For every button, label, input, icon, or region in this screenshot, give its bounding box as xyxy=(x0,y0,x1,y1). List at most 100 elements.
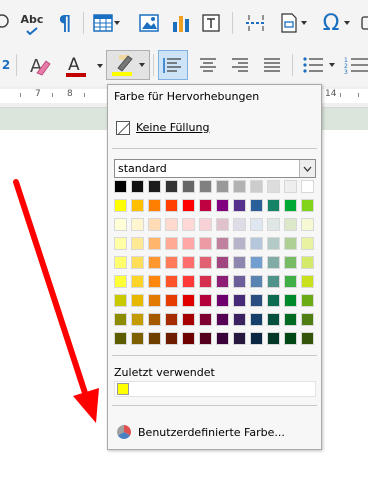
color-swatch[interactable] xyxy=(250,237,263,250)
find-icon[interactable] xyxy=(0,10,12,34)
color-swatch[interactable] xyxy=(267,313,280,326)
color-swatch[interactable] xyxy=(165,256,178,269)
color-swatch[interactable] xyxy=(131,180,144,193)
color-swatch[interactable] xyxy=(267,180,280,193)
insert-special-character-button[interactable]: Ω xyxy=(319,10,343,36)
highlight-color-button[interactable] xyxy=(106,50,150,80)
insert-field-button[interactable] xyxy=(278,12,300,34)
color-swatch[interactable] xyxy=(148,256,161,269)
color-swatch[interactable] xyxy=(131,275,144,288)
color-swatch[interactable] xyxy=(114,294,127,307)
color-swatch[interactable] xyxy=(284,256,297,269)
color-swatch[interactable] xyxy=(233,256,246,269)
color-swatch[interactable] xyxy=(114,275,127,288)
color-swatch[interactable] xyxy=(165,218,178,231)
color-swatch[interactable] xyxy=(114,313,127,326)
color-swatch[interactable] xyxy=(165,199,178,212)
color-swatch[interactable] xyxy=(233,199,246,212)
color-swatch[interactable] xyxy=(182,256,195,269)
color-swatch[interactable] xyxy=(148,294,161,307)
color-swatch[interactable] xyxy=(131,237,144,250)
palette-select[interactable]: standard xyxy=(114,159,316,178)
color-swatch[interactable] xyxy=(165,237,178,250)
color-swatch[interactable] xyxy=(250,199,263,212)
special-character-dropdown-arrow[interactable] xyxy=(344,12,350,34)
color-swatch[interactable] xyxy=(267,294,280,307)
color-swatch[interactable] xyxy=(250,294,263,307)
color-swatch[interactable] xyxy=(131,218,144,231)
color-swatch[interactable] xyxy=(114,218,127,231)
color-swatch[interactable] xyxy=(301,180,314,193)
color-swatch[interactable] xyxy=(199,199,212,212)
color-swatch[interactable] xyxy=(284,180,297,193)
color-swatch[interactable] xyxy=(250,180,263,193)
color-swatch[interactable] xyxy=(182,313,195,326)
color-swatch[interactable] xyxy=(148,313,161,326)
color-swatch[interactable] xyxy=(301,313,314,326)
color-swatch[interactable] xyxy=(284,313,297,326)
color-swatch[interactable] xyxy=(216,275,229,288)
color-swatch[interactable] xyxy=(131,332,144,345)
insert-image-button[interactable] xyxy=(138,12,160,34)
color-swatch[interactable] xyxy=(165,180,178,193)
align-left-button[interactable] xyxy=(158,50,188,80)
color-swatch[interactable] xyxy=(114,332,127,345)
color-swatch[interactable] xyxy=(182,294,195,307)
color-swatch[interactable] xyxy=(301,275,314,288)
insert-link-button[interactable] xyxy=(358,12,368,34)
spellcheck-button[interactable]: Abc xyxy=(18,10,46,36)
color-swatch[interactable] xyxy=(182,275,195,288)
field-dropdown-arrow[interactable] xyxy=(301,12,307,34)
highlight-dropdown-arrow[interactable] xyxy=(139,62,147,68)
chevron-down-icon[interactable] xyxy=(299,160,315,177)
color-swatch[interactable] xyxy=(114,237,127,250)
color-swatch[interactable] xyxy=(216,313,229,326)
color-swatch[interactable] xyxy=(182,180,195,193)
color-swatch[interactable] xyxy=(267,237,280,250)
insert-page-break-button[interactable] xyxy=(244,12,268,34)
color-swatch[interactable] xyxy=(267,332,280,345)
color-swatch[interactable] xyxy=(131,199,144,212)
color-swatch[interactable] xyxy=(216,294,229,307)
color-swatch[interactable] xyxy=(216,256,229,269)
color-swatch[interactable] xyxy=(267,199,280,212)
color-swatch[interactable] xyxy=(284,237,297,250)
color-swatch[interactable] xyxy=(233,218,246,231)
insert-text-box-button[interactable] xyxy=(200,12,222,34)
color-swatch[interactable] xyxy=(148,199,161,212)
color-swatch[interactable] xyxy=(233,180,246,193)
color-swatch[interactable] xyxy=(301,199,314,212)
align-center-button[interactable] xyxy=(194,50,222,80)
bulleted-list-button[interactable] xyxy=(300,52,326,78)
color-swatch[interactable] xyxy=(199,180,212,193)
color-swatch[interactable] xyxy=(165,294,178,307)
bulleted-list-dropdown-arrow[interactable] xyxy=(328,52,336,78)
color-swatch[interactable] xyxy=(199,275,212,288)
color-swatch[interactable] xyxy=(182,332,195,345)
color-swatch[interactable] xyxy=(182,199,195,212)
color-swatch[interactable] xyxy=(199,313,212,326)
color-swatch[interactable] xyxy=(199,256,212,269)
color-swatch[interactable] xyxy=(233,294,246,307)
table-dropdown-arrow[interactable] xyxy=(114,12,120,34)
color-swatch[interactable] xyxy=(233,332,246,345)
color-swatch[interactable] xyxy=(165,313,178,326)
color-swatch[interactable] xyxy=(148,275,161,288)
color-swatch[interactable] xyxy=(250,313,263,326)
color-swatch[interactable] xyxy=(267,256,280,269)
no-fill-button[interactable]: Keine Füllung xyxy=(116,119,209,136)
align-right-button[interactable] xyxy=(226,50,254,80)
color-swatch[interactable] xyxy=(250,332,263,345)
color-swatch[interactable] xyxy=(199,218,212,231)
color-swatch[interactable] xyxy=(114,256,127,269)
recent-color-swatch[interactable] xyxy=(117,383,129,395)
color-swatch[interactable] xyxy=(148,332,161,345)
color-swatch[interactable] xyxy=(216,332,229,345)
color-swatch[interactable] xyxy=(216,180,229,193)
color-swatch[interactable] xyxy=(165,275,178,288)
color-swatch[interactable] xyxy=(284,275,297,288)
color-swatch[interactable] xyxy=(250,275,263,288)
color-swatch[interactable] xyxy=(301,332,314,345)
color-swatch[interactable] xyxy=(216,237,229,250)
color-swatch[interactable] xyxy=(199,294,212,307)
